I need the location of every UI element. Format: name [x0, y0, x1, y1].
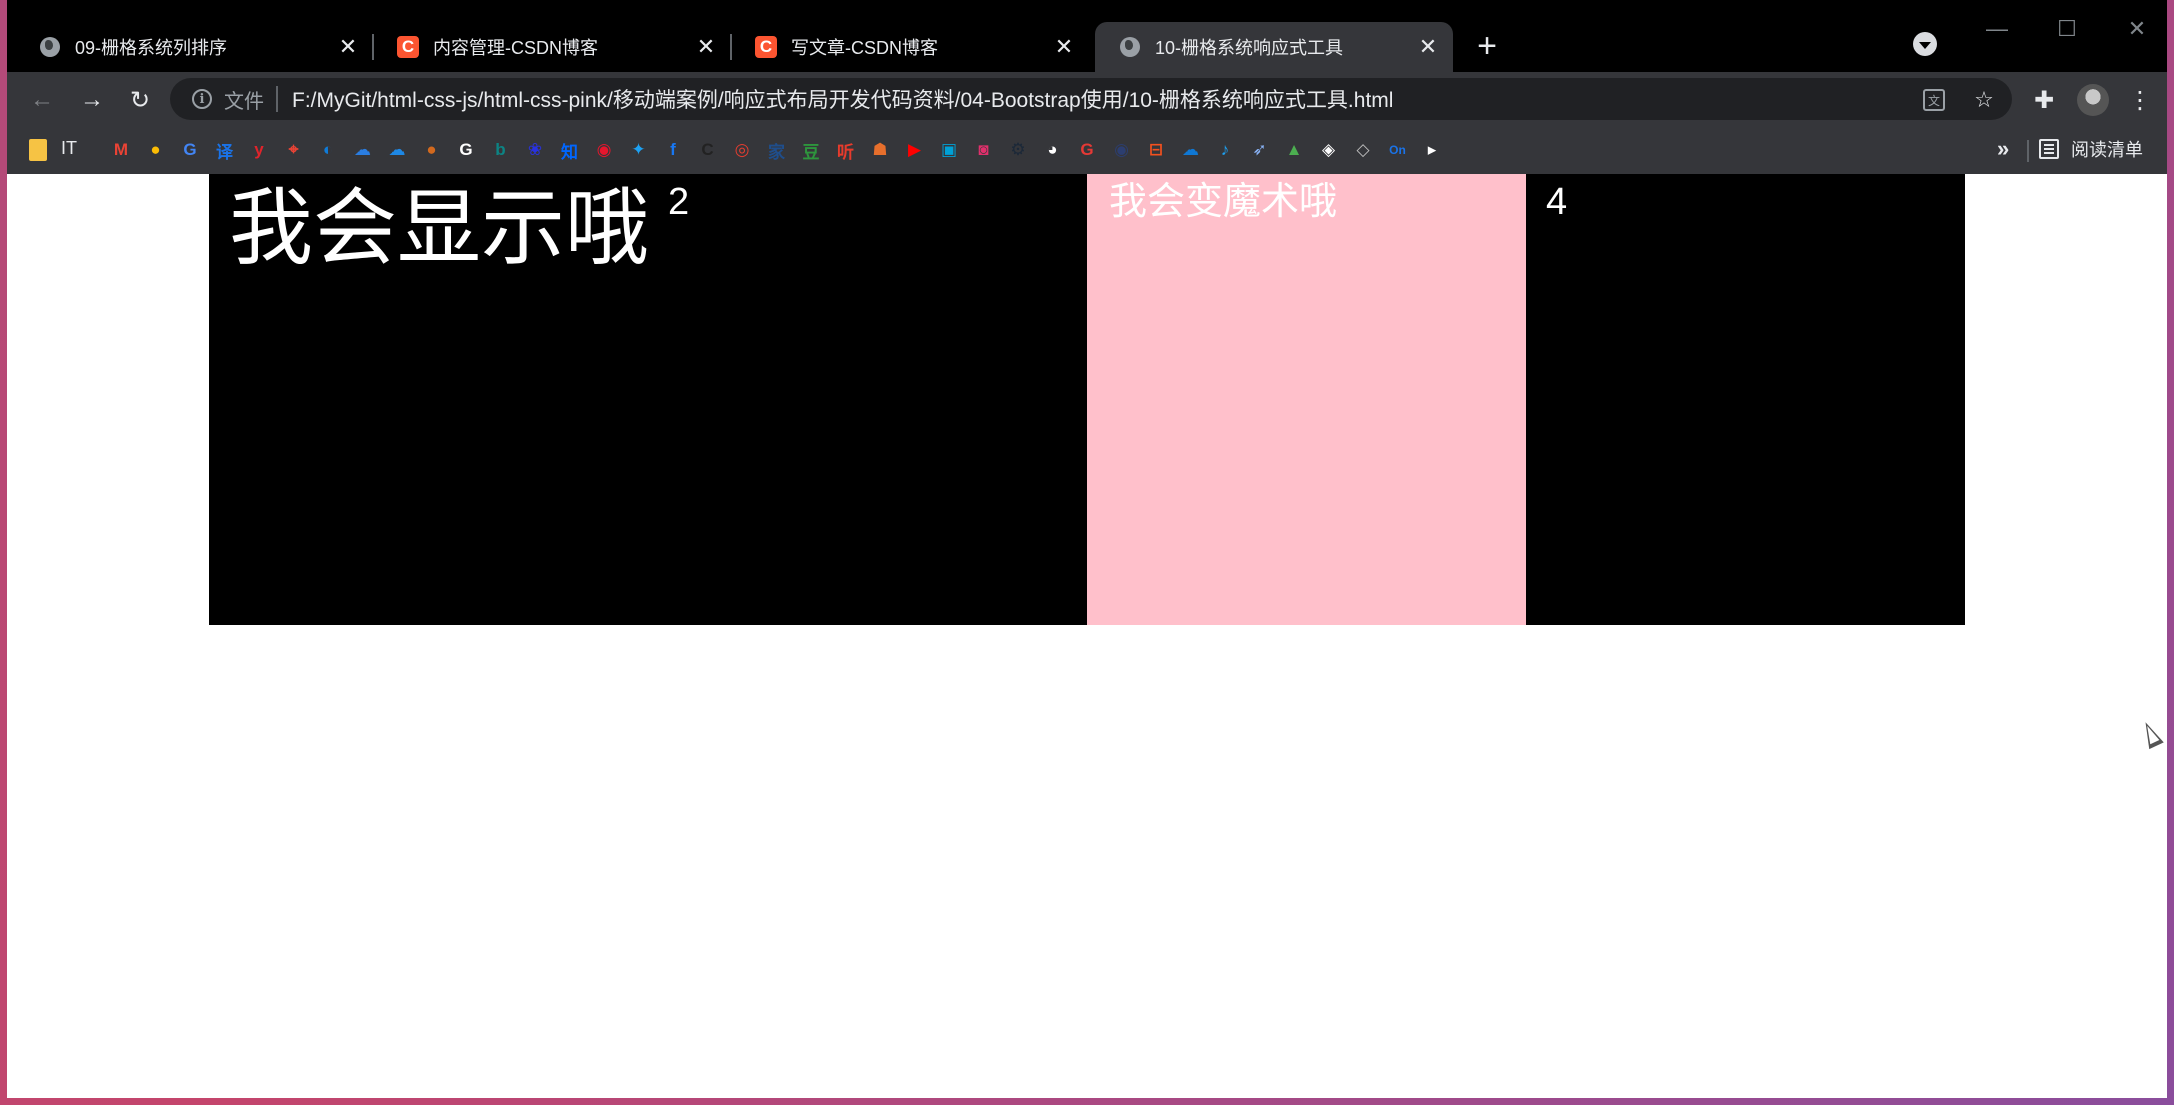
back-button[interactable]: ← — [27, 85, 57, 115]
magic-text: 我会变魔术哦 — [1109, 181, 1338, 223]
zhihu-icon[interactable]: 知 — [558, 138, 582, 162]
scheme-chip[interactable]: 文件 — [224, 85, 264, 114]
visible-text: 我会显示哦 — [229, 181, 650, 275]
bilibili-icon[interactable]: ▣ — [937, 138, 961, 162]
tab-title: 写文章-CSDN博客 — [791, 38, 938, 58]
bookmarks-bar: IT M ● G 译 y ⌖ ◐ ☁ ☁ ● Gb ❀ 知 ◉ ✦ f C ◎ 家豆听 ☗ ▶ ▣ ◙ ⚙ ◕ G ◉ ⊟ ☁ ♪ ➶ ▲ ◈ ◇… — [7, 126, 2167, 174]
new-tab-button[interactable]: + — [1469, 28, 1505, 64]
address-bar[interactable]: i 文件 F:/MyGit/html-css-js/html-css-pink/… — [170, 78, 2012, 120]
codepen-icon[interactable]: ◈ — [1317, 138, 1341, 162]
close-icon[interactable]: ✕ — [695, 36, 717, 58]
reload-button[interactable]: ↻ — [125, 85, 155, 115]
reading-list-button[interactable]: 阅读清单 — [2039, 136, 2143, 162]
cap-icon[interactable]: ▲ — [1282, 138, 1306, 162]
on-icon[interactable]: On — [1386, 138, 1410, 162]
globe-icon — [39, 36, 61, 58]
eye-icon[interactable]: ◉ — [1110, 138, 1134, 162]
youdao-icon[interactable]: 译 — [213, 138, 237, 162]
csdn-icon: C — [755, 36, 777, 58]
extensions-icon[interactable]: ✚ — [2029, 85, 2059, 115]
opera-icon[interactable]: ◎ — [730, 138, 754, 162]
baidu-icon[interactable]: ❀ — [523, 138, 547, 162]
chrome-icon[interactable]: ● — [144, 138, 168, 162]
play-icon[interactable]: ▸ — [1420, 138, 1444, 162]
cloud-icon[interactable]: ☁ — [385, 138, 409, 162]
bird-icon[interactable]: ♪ — [1213, 138, 1237, 162]
game-icon[interactable]: ☗ — [868, 138, 892, 162]
reading-list-icon — [2039, 139, 2059, 159]
github-icon[interactable]: ◕ — [1041, 138, 1065, 162]
translate-icon[interactable]: 文 — [1922, 88, 1946, 112]
grid-column-3: 我会变魔术哦 — [1087, 174, 1526, 625]
page-viewport: 我会显示哦 2 我会变魔术哦 4 — [7, 174, 2167, 1098]
code-icon[interactable]: ⊟ — [1144, 138, 1168, 162]
youtube-icon[interactable]: ▶ — [903, 138, 927, 162]
douban-icon[interactable]: 豆 — [799, 138, 823, 162]
close-icon[interactable]: ✕ — [1053, 36, 1075, 58]
star-icon[interactable]: ☆ — [1972, 87, 1996, 112]
ting-icon[interactable]: 听 — [834, 138, 858, 162]
column-number: 4 — [1546, 181, 1568, 223]
rocket-icon[interactable]: ➶ — [1248, 138, 1272, 162]
grid-column-2: 2 — [648, 174, 1087, 625]
jia-icon[interactable]: 家 — [765, 138, 789, 162]
instagram-icon[interactable]: ◙ — [972, 138, 996, 162]
tab-grid-responsive-tools[interactable]: 10-栅格系统响应式工具 ✕ — [1095, 22, 1453, 72]
address-divider — [276, 86, 278, 112]
csdn-icon: C — [397, 36, 419, 58]
avatar[interactable] — [2075, 82, 2111, 118]
tab-title: 09-栅格系统列排序 — [75, 38, 228, 58]
edge-icon[interactable]: ◐ — [316, 138, 340, 162]
forward-button[interactable]: → — [77, 85, 107, 115]
bookmark-folder-it[interactable]: IT — [61, 138, 77, 159]
facebook-icon[interactable]: f — [661, 138, 685, 162]
box-icon[interactable]: ◇ — [1351, 138, 1375, 162]
tab-content-management[interactable]: C 内容管理-CSDN博客 ✕ — [373, 22, 732, 72]
acorn-icon[interactable]: ● — [420, 138, 444, 162]
baidu-cloud-icon[interactable]: ☁ — [351, 138, 375, 162]
twitter-icon[interactable]: ✦ — [627, 138, 651, 162]
maximize-button[interactable]: ☐ — [2047, 14, 2087, 44]
tab-write-article[interactable]: C 写文章-CSDN博客 ✕ — [731, 22, 1089, 72]
tab-title: 10-栅格系统响应式工具 — [1155, 38, 1344, 58]
maps-icon[interactable]: ⌖ — [282, 138, 306, 162]
gmail-icon[interactable]: M — [109, 138, 133, 162]
bookmarks-more-icon[interactable]: » — [1997, 136, 2009, 162]
column-number: 2 — [668, 181, 690, 223]
google-icon[interactable]: G — [454, 138, 478, 162]
url-text[interactable]: F:/MyGit/html-css-js/html-css-pink/移动端案例… — [292, 84, 2012, 114]
minimize-button[interactable]: — — [1977, 14, 2017, 44]
globe-icon — [1119, 36, 1141, 58]
weibo-icon[interactable]: ◉ — [592, 138, 616, 162]
window-close-button[interactable]: ✕ — [2117, 14, 2157, 44]
folder-icon[interactable] — [29, 139, 47, 161]
menu-icon[interactable]: ⋮ — [2125, 85, 2155, 115]
toolbar: ← → ↻ i 文件 F:/MyGit/html-css-js/html-css… — [7, 72, 2167, 126]
grid-row: 我会显示哦 2 我会变魔术哦 4 — [209, 174, 1965, 625]
y-icon[interactable]: y — [247, 138, 271, 162]
translate-bm-icon[interactable]: G — [178, 138, 202, 162]
close-icon[interactable]: ✕ — [337, 36, 359, 58]
info-icon[interactable]: i — [192, 89, 212, 109]
csdn-bm-icon[interactable]: C — [696, 138, 720, 162]
grid-column-1: 我会显示哦 — [209, 174, 650, 625]
steam-icon[interactable]: ⚙ — [1006, 138, 1030, 162]
tab-title: 内容管理-CSDN博客 — [433, 38, 598, 58]
tab-search-icon[interactable] — [1913, 32, 1937, 56]
bookmarks-divider — [2027, 140, 2029, 162]
tab-strip: 09-栅格系统列排序 ✕ C 内容管理-CSDN博客 ✕ C 写文章-CSDN博… — [7, 0, 2167, 72]
grid-column-4: 4 — [1526, 174, 1965, 625]
tab-grid-column-order[interactable]: 09-栅格系统列排序 ✕ — [15, 22, 374, 72]
browser-window: 09-栅格系统列排序 ✕ C 内容管理-CSDN博客 ✕ C 写文章-CSDN博… — [7, 0, 2167, 1098]
bing-icon[interactable]: b — [489, 138, 513, 162]
reading-list-label: 阅读清单 — [2071, 140, 2143, 160]
onedrive-icon[interactable]: ☁ — [1179, 138, 1203, 162]
g-red-icon[interactable]: G — [1075, 138, 1099, 162]
close-icon[interactable]: ✕ — [1417, 36, 1439, 58]
